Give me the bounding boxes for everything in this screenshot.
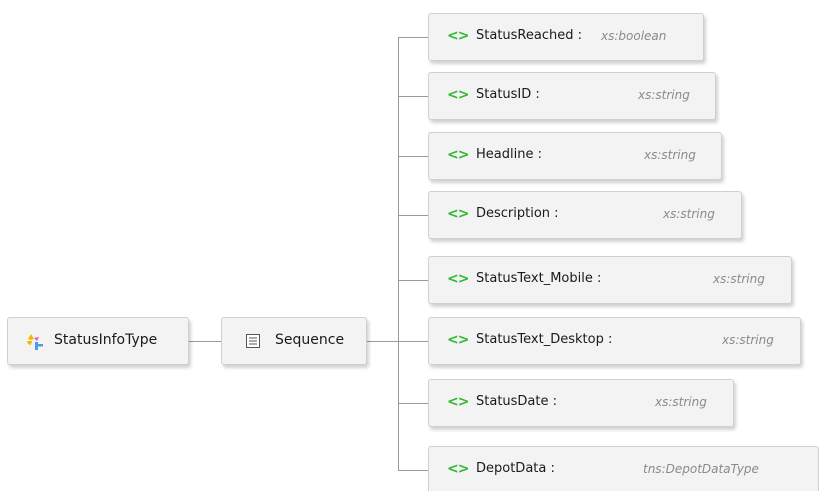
connector-branch [398,470,428,471]
element-name: StatusID : [476,87,540,102]
element-node-statusid[interactable]: <> StatusID : xs:string [428,72,716,120]
connector-root-to-sequence [189,341,221,342]
complex-type-icon [25,332,45,356]
element-name: DepotData : [476,461,555,476]
element-type: tns:DepotDataType [643,462,759,476]
connector-branch [398,156,428,157]
connector-branch [398,280,428,281]
element-node-depotdata[interactable]: <> DepotData : tns:DepotDataType [428,446,819,491]
element-icon: <> [447,332,469,348]
element-type: xs:string [722,333,774,347]
connector-branch [398,96,428,97]
sequence-label: Sequence [275,332,345,348]
element-type: xs:string [655,395,707,409]
element-type: xs:string [713,272,765,286]
element-node-statusdate[interactable]: <> StatusDate : xs:string [428,379,734,427]
sequence-node[interactable]: Sequence [221,317,367,365]
connector-sequence-out [367,341,398,342]
element-node-headline[interactable]: <> Headline : xs:string [428,132,722,180]
element-type: xs:string [638,88,690,102]
complex-type-label: StatusInfoType [54,332,158,348]
element-name: Headline : [476,147,542,162]
element-name: Description : [476,206,559,221]
connector-trunk [398,37,399,470]
connector-branch [398,341,428,342]
element-icon: <> [447,87,469,103]
element-type: xs:string [663,207,715,221]
element-icon: <> [447,394,469,410]
complex-type-node[interactable]: StatusInfoType [7,317,189,365]
element-name: StatusDate : [476,394,558,409]
element-type: xs:string [644,148,696,162]
element-node-statustext-mobile[interactable]: <> StatusText_Mobile : xs:string [428,256,792,304]
element-icon: <> [447,461,469,477]
element-icon: <> [447,271,469,287]
element-name: StatusReached : [476,28,582,43]
connector-branch [398,215,428,216]
element-icon: <> [447,28,469,44]
element-name: StatusText_Desktop : [476,332,613,347]
sequence-icon [245,333,261,353]
element-node-statusreached[interactable]: <> StatusReached : xs:boolean [428,13,704,61]
element-type: xs:boolean [601,29,667,43]
element-icon: <> [447,206,469,222]
element-icon: <> [447,147,469,163]
element-node-description[interactable]: <> Description : xs:string [428,191,742,239]
element-name: StatusText_Mobile : [476,271,602,286]
element-node-statustext-desktop[interactable]: <> StatusText_Desktop : xs:string [428,317,801,365]
connector-branch [398,37,428,38]
connector-branch [398,403,428,404]
